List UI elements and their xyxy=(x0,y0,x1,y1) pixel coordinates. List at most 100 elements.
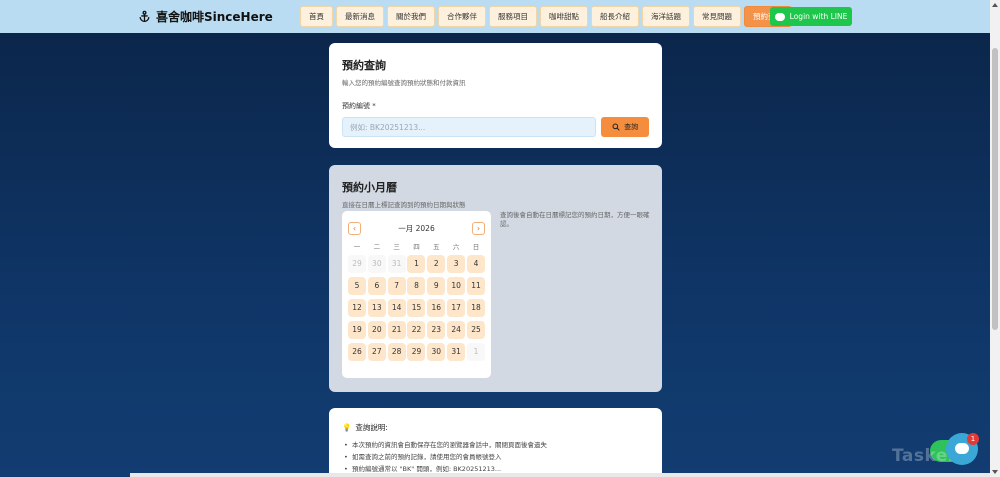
lightbulb-icon: 💡 xyxy=(342,423,352,432)
nav-ocean-topics[interactable]: 海洋話題 xyxy=(642,6,690,27)
calendar-day[interactable]: 3 xyxy=(447,255,466,273)
calendar-week: 5 6 7 8 9 10 11 xyxy=(348,277,485,295)
nav-news[interactable]: 最新消息 xyxy=(336,6,384,27)
chat-unread-badge: 1 xyxy=(967,433,979,445)
chevron-left-icon: ‹ xyxy=(352,223,357,233)
anchor-icon xyxy=(139,10,150,23)
chevron-right-icon: › xyxy=(476,223,481,233)
calendar-day[interactable]: 4 xyxy=(466,255,485,273)
calendar-grid: 29 30 31 1 2 3 4 5 6 7 8 9 10 11 12 13 1… xyxy=(348,255,485,361)
calendar-week: 12 13 14 15 16 17 18 xyxy=(348,299,485,317)
nav-faq[interactable]: 常見問題 xyxy=(693,6,741,27)
list-item: 本次預約的資訊會自動保存在您的瀏覽器會話中，關閉頁面後會遺失 xyxy=(344,439,649,451)
search-button[interactable]: 查詢 xyxy=(601,117,649,137)
weekday-label: 四 xyxy=(413,243,420,251)
calendar-day[interactable]: 29 xyxy=(407,343,426,361)
calendar-day[interactable]: 16 xyxy=(427,299,446,317)
calendar-week: 26 27 28 29 30 31 1 xyxy=(348,343,485,361)
calendar-day[interactable]: 31 xyxy=(447,343,466,361)
lookup-info-card: 💡 查詢說明: 本次預約的資訊會自動保存在您的瀏覽器會話中，關閉頁面後會遺失 如… xyxy=(329,408,662,477)
calendar-day[interactable]: 15 xyxy=(407,299,426,317)
booking-number-label: 預約編號 * xyxy=(342,102,376,110)
next-month-button[interactable]: › xyxy=(471,221,485,235)
calendar-day[interactable]: 21 xyxy=(387,321,406,339)
calendar-day[interactable]: 23 xyxy=(427,321,446,339)
calendar-day[interactable]: 30 xyxy=(427,343,446,361)
calendar-day[interactable]: 1 xyxy=(407,255,426,273)
search-button-label: 查詢 xyxy=(624,123,639,131)
calendar-day[interactable]: 14 xyxy=(387,299,406,317)
calendar-day[interactable]: 22 xyxy=(407,321,426,339)
calendar-day[interactable]: 17 xyxy=(447,299,466,317)
calendar-week: 29 30 31 1 2 3 4 xyxy=(348,255,485,273)
line-chat-icon xyxy=(774,12,785,21)
search-subtitle: 輸入您的預約編號查詢預約狀態和付款資訊 xyxy=(342,79,466,87)
booking-calendar-card: 預約小月曆 直接在日曆上標記查詢到的預約日期與狀態 ‹ 一月 2026 › 一 … xyxy=(329,165,662,392)
calendar-day-outside: 31 xyxy=(387,255,406,273)
calendar-day[interactable]: 26 xyxy=(348,343,366,361)
line-login-label: Login with LINE xyxy=(789,12,848,21)
nav-captain[interactable]: 船長介紹 xyxy=(591,6,639,27)
page-scrollbar[interactable] xyxy=(990,0,1000,477)
calendar-day[interactable]: 28 xyxy=(387,343,406,361)
calendar-day[interactable]: 24 xyxy=(447,321,466,339)
weekday-label: 一 xyxy=(353,243,361,251)
booking-number-input[interactable] xyxy=(342,117,597,137)
nav-about[interactable]: 關於我們 xyxy=(387,6,435,27)
weekday-label: 三 xyxy=(393,243,400,251)
chat-icon xyxy=(955,443,969,454)
calendar-day[interactable]: 18 xyxy=(466,299,485,317)
scroll-up-icon[interactable] xyxy=(992,3,998,7)
main-nav: 首頁 最新消息 關於我們 合作夥伴 服務項目 咖啡甜點 船長介紹 海洋話題 常見… xyxy=(300,6,792,27)
search-icon xyxy=(612,123,620,131)
calendar-day[interactable]: 19 xyxy=(348,321,366,339)
search-title: 預約查詢 xyxy=(342,59,386,72)
calendar-day[interactable]: 6 xyxy=(367,277,386,295)
calendar-day[interactable]: 25 xyxy=(466,321,485,339)
weekday-label: 日 xyxy=(472,243,480,251)
calendar-day[interactable]: 10 xyxy=(447,277,466,295)
calendar-day[interactable]: 8 xyxy=(407,277,426,295)
calendar-header: ‹ 一月 2026 › xyxy=(348,221,485,235)
brand-logo[interactable]: 喜舍咖啡SinceHere xyxy=(138,8,273,25)
list-item: 如需查詢之前的預約記錄，請使用您的會員帳號登入 xyxy=(344,451,649,463)
scroll-thumb[interactable] xyxy=(992,48,998,330)
weekday-label: 五 xyxy=(433,243,440,251)
nav-home[interactable]: 首頁 xyxy=(300,6,333,27)
calendar-day[interactable]: 11 xyxy=(466,277,485,295)
weekday-label: 六 xyxy=(452,243,460,251)
calendar-day[interactable]: 20 xyxy=(367,321,386,339)
calendar-day[interactable]: 13 xyxy=(367,299,386,317)
bottom-strip xyxy=(130,473,990,477)
info-heading: 💡 查詢說明: xyxy=(342,422,649,433)
calendar-week: 19 20 21 22 23 24 25 xyxy=(348,321,485,339)
booking-search-card: 預約查詢 輸入您的預約編號查詢預約狀態和付款資訊 預約編號 * 查詢 xyxy=(329,43,662,148)
calendar-day-outside: 1 xyxy=(466,343,485,361)
prev-month-button[interactable]: ‹ xyxy=(348,221,361,235)
info-title: 查詢說明: xyxy=(355,423,388,432)
calendar-day[interactable]: 5 xyxy=(348,277,366,295)
weekday-row: 一 二 三 四 五 六 日 xyxy=(348,241,485,251)
mini-calendar: ‹ 一月 2026 › 一 二 三 四 五 六 日 29 30 31 1 2 3… xyxy=(342,211,491,378)
nav-coffee-desserts[interactable]: 咖啡甜點 xyxy=(540,6,588,27)
calendar-day[interactable]: 7 xyxy=(387,277,406,295)
calendar-day[interactable]: 9 xyxy=(427,277,446,295)
calendar-day[interactable]: 27 xyxy=(367,343,386,361)
top-navbar: 喜舍咖啡SinceHere 首頁 最新消息 關於我們 合作夥伴 服務項目 咖啡甜… xyxy=(0,0,990,33)
calendar-day-outside: 30 xyxy=(367,255,386,273)
calendar-month: 一月 2026 xyxy=(398,223,435,233)
nav-partners[interactable]: 合作夥伴 xyxy=(438,6,486,27)
calendar-day-outside: 29 xyxy=(348,255,366,273)
calendar-subtitle: 直接在日曆上標記查詢到的預約日期與狀態 xyxy=(342,201,466,209)
search-row: 查詢 xyxy=(342,117,649,137)
calendar-day[interactable]: 2 xyxy=(427,255,446,273)
line-login-button[interactable]: Login with LINE xyxy=(770,7,852,26)
calendar-note: 查詢後會自動在日曆標記您的預約日期，方便一眼確認。 xyxy=(500,211,650,228)
weekday-label: 二 xyxy=(373,243,381,251)
info-list: 本次預約的資訊會自動保存在您的瀏覽器會話中，關閉頁面後會遺失 如需查詢之前的預約… xyxy=(342,439,649,475)
calendar-title: 預約小月曆 xyxy=(342,181,397,194)
calendar-day[interactable]: 12 xyxy=(348,299,366,317)
nav-services[interactable]: 服務項目 xyxy=(489,6,537,27)
scroll-down-icon[interactable] xyxy=(992,470,998,474)
brand-name: 喜舍咖啡SinceHere xyxy=(156,10,273,24)
